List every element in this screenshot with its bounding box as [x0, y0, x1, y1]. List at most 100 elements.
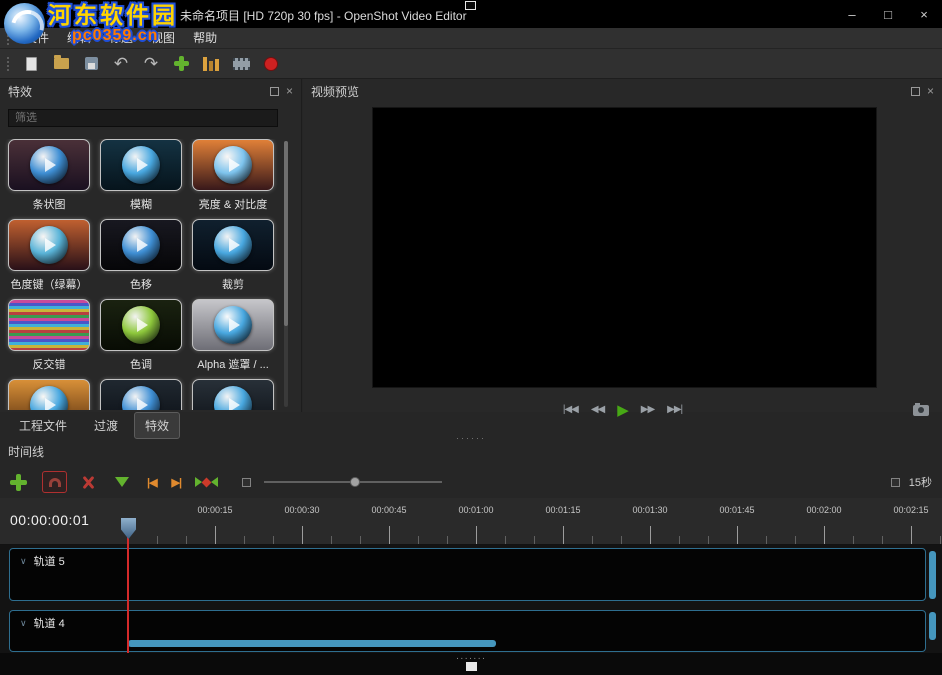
document-glyph	[26, 57, 37, 71]
playhead-line	[127, 537, 129, 653]
preview-panel-header: 视频预览 ×	[303, 79, 942, 103]
chevron-down-icon[interactable]	[20, 619, 27, 628]
import-plus-icon[interactable]	[166, 51, 196, 77]
zoom-in-icon[interactable]	[891, 478, 900, 487]
effect-item[interactable]: 反交错	[3, 299, 95, 379]
filmstrip-icon[interactable]	[226, 51, 256, 77]
menu-items: 文件编辑标题视图帮助	[16, 28, 226, 49]
splitter-handle[interactable]	[456, 433, 486, 443]
minimize-button[interactable]: –	[834, 0, 870, 28]
titlebar: 未命名项目 [HD 720p 30 fps] - OpenShot Video …	[0, 0, 942, 28]
timeline-panel-title: 时间线	[8, 443, 44, 460]
bottom-artifact-box	[466, 662, 477, 671]
track-name: 轨道 4	[34, 615, 65, 631]
preview-panel-title: 视频预览	[311, 83, 359, 100]
add-marker-icon[interactable]	[115, 477, 129, 487]
menu-item[interactable]: 编辑	[58, 28, 100, 49]
effect-item[interactable]	[95, 379, 187, 410]
rewind-icon[interactable]	[591, 405, 604, 415]
effect-label: 裁剪	[222, 276, 244, 292]
play-icon[interactable]	[617, 403, 628, 418]
maximize-button[interactable]: □	[870, 0, 906, 28]
effect-item[interactable]	[187, 379, 279, 410]
profile-columns-icon[interactable]	[196, 51, 226, 77]
menu-item[interactable]: 帮助	[184, 28, 226, 49]
video-preview-screen	[372, 107, 877, 388]
redo-glyph: ↷	[144, 55, 158, 72]
add-track-icon[interactable]	[10, 474, 27, 491]
menu-item[interactable]: 文件	[16, 28, 58, 49]
center-playhead-icon[interactable]	[195, 477, 218, 487]
effect-thumbnail	[8, 379, 90, 410]
snapshot-camera-icon[interactable]	[913, 405, 929, 416]
record-circle-icon[interactable]	[256, 51, 286, 77]
effect-thumbnail	[192, 379, 274, 410]
timeline-ruler[interactable]: 00:00:00:01 00:00:1500:00:3000:00:4500:0…	[0, 498, 942, 545]
tab-project-files[interactable]: 工程文件	[8, 412, 78, 439]
effect-item[interactable]: 模糊	[95, 139, 187, 219]
track-label-row: 轨道 4	[10, 611, 925, 631]
razor-icon[interactable]	[81, 475, 96, 490]
tab-effects[interactable]: 特效	[134, 412, 180, 439]
effects-filter-input[interactable]	[8, 109, 278, 127]
horizontal-scrollbar-thumb[interactable]	[128, 640, 496, 647]
ruler-time-label: 00:01:15	[545, 505, 580, 515]
open-folder-icon[interactable]	[46, 51, 76, 77]
zoom-slider[interactable]	[264, 475, 442, 489]
undo-glyph: ↶	[114, 55, 128, 72]
toolbar-drag-handle[interactable]	[7, 57, 9, 71]
next-marker-icon[interactable]	[172, 476, 182, 489]
panel-close-icon[interactable]: ×	[286, 85, 293, 97]
video-preview-panel: 视频预览 ×	[303, 79, 942, 412]
new-document-icon[interactable]	[16, 51, 46, 77]
undock-icon[interactable]	[270, 87, 279, 96]
effect-thumbnail	[192, 219, 274, 271]
plus-glyph	[174, 56, 189, 71]
save-icon[interactable]	[76, 51, 106, 77]
window-title: 未命名项目 [HD 720p 30 fps] - OpenShot Video …	[180, 7, 467, 24]
effect-item[interactable]	[3, 379, 95, 410]
effect-label: 模糊	[130, 196, 152, 212]
zoom-out-icon[interactable]	[242, 478, 251, 487]
effect-item[interactable]: Alpha 遮罩 / ...	[187, 299, 279, 379]
previous-marker-icon[interactable]	[147, 476, 157, 489]
redo-arrow-icon[interactable]: ↷	[136, 51, 166, 77]
effect-item[interactable]: 色移	[95, 219, 187, 299]
panel-close-icon[interactable]: ×	[927, 85, 934, 97]
play-orb-icon	[122, 306, 160, 344]
effects-scrollbar[interactable]	[284, 141, 288, 407]
transport-controls	[303, 401, 942, 419]
menu-item[interactable]: 视图	[142, 28, 184, 49]
track-row[interactable]: 轨道 5	[9, 548, 926, 601]
effects-panel-header: 特效 ×	[0, 79, 301, 103]
effects-scrollbar-thumb[interactable]	[284, 141, 288, 326]
undock-icon[interactable]	[911, 87, 920, 96]
skip-to-start-icon[interactable]	[563, 405, 578, 415]
play-orb-icon	[122, 226, 160, 264]
effect-item[interactable]: 条状图	[3, 139, 95, 219]
timeline-toolbar: 15秒	[0, 466, 942, 498]
effect-item[interactable]: 色调	[95, 299, 187, 379]
ruler-ticks	[128, 526, 942, 544]
zoom-slider-handle[interactable]	[350, 477, 360, 487]
undo-arrow-icon[interactable]: ↶	[106, 51, 136, 77]
menu-item[interactable]: 标题	[100, 28, 142, 49]
fast-forward-icon[interactable]	[641, 405, 654, 415]
tab-transitions[interactable]: 过渡	[83, 412, 129, 439]
effect-thumbnail	[8, 139, 90, 191]
effect-thumbnail	[100, 219, 182, 271]
chevron-down-icon[interactable]	[20, 557, 27, 566]
effects-panel: 特效 × 条状图 模糊	[0, 79, 302, 412]
effect-item[interactable]: 裁剪	[187, 219, 279, 299]
effect-label: 亮度 & 对比度	[199, 196, 267, 212]
effect-item[interactable]: 色度键（绿幕）	[3, 219, 95, 299]
close-button[interactable]: ×	[906, 0, 942, 28]
track-vertical-scrollbar[interactable]	[929, 551, 936, 599]
track-vertical-scrollbar[interactable]	[929, 612, 936, 640]
snapping-toggle[interactable]	[42, 471, 67, 493]
menubar-drag-handle[interactable]	[7, 31, 9, 45]
window-controls: – □ ×	[834, 0, 942, 28]
jump-to-end-icon[interactable]	[667, 405, 682, 415]
effect-item[interactable]: 亮度 & 对比度	[187, 139, 279, 219]
artifact-square	[465, 1, 476, 10]
